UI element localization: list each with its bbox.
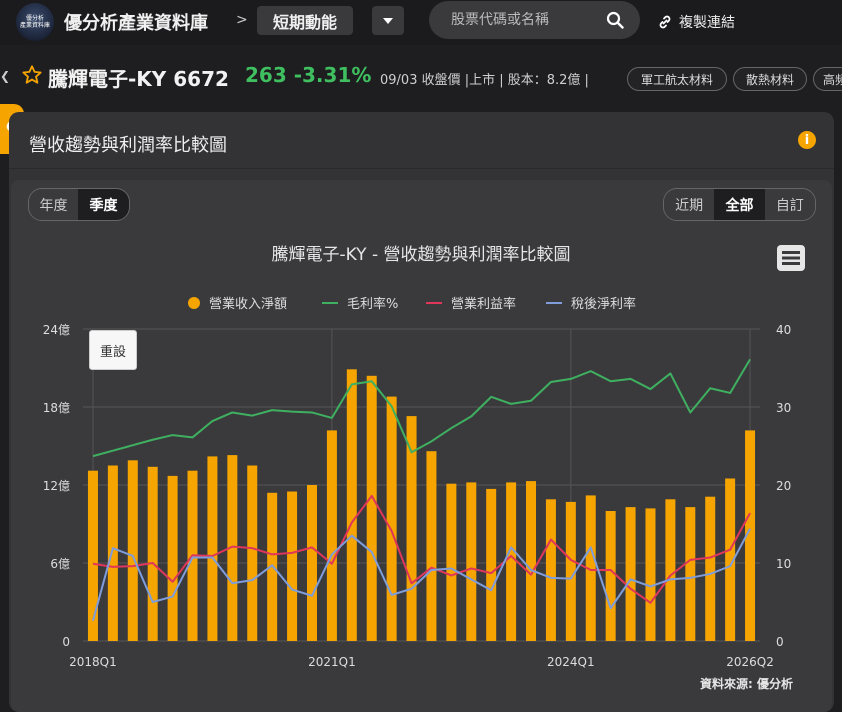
- revenue-bar: [386, 396, 397, 641]
- revenue-bar: [287, 491, 298, 641]
- data-source-note: 資料來源: 優分析: [700, 677, 793, 691]
- revenue-bar: [466, 482, 477, 641]
- revenue-bar: [506, 482, 517, 641]
- y-right-tick-label: 20: [776, 479, 791, 493]
- revenue-bar: [446, 483, 457, 641]
- revenue-bar: [167, 475, 178, 641]
- y-left-tick-label: 6億: [50, 557, 70, 571]
- revenue-bar: [326, 430, 337, 641]
- revenue-bar: [705, 496, 716, 641]
- revenue-bar: [207, 456, 218, 641]
- revenue-bar: [486, 488, 497, 641]
- x-tick-label: 2018Q1: [69, 655, 117, 669]
- y-right-tick-label: 30: [776, 401, 791, 415]
- revenue-bar: [366, 375, 377, 641]
- gross-margin-line: [92, 358, 751, 458]
- y-left-tick-label: 12億: [43, 479, 70, 493]
- y-left-tick-label: 0: [62, 635, 70, 649]
- revenue-bar: [147, 466, 158, 641]
- x-tick-label: 2021Q1: [308, 655, 356, 669]
- revenue-bar: [346, 369, 357, 641]
- revenue-bar: [306, 485, 317, 641]
- revenue-bar: [645, 508, 656, 641]
- x-tick-label: 2024Q1: [547, 655, 595, 669]
- revenue-bar: [665, 499, 676, 641]
- revenue-bar: [685, 507, 696, 641]
- y-right-tick-label: 40: [776, 323, 791, 337]
- y-right-tick-label: 10: [776, 557, 791, 571]
- revenue-bar: [605, 511, 616, 641]
- revenue-bar: [247, 465, 258, 641]
- revenue-bar: [87, 470, 98, 641]
- revenue-bar: [107, 465, 118, 641]
- y-right-tick-label: 0: [776, 635, 784, 649]
- revenue-bar: [127, 460, 138, 641]
- revenue-bar: [545, 499, 556, 641]
- y-left-tick-label: 18億: [43, 401, 70, 415]
- y-left-tick-label: 24億: [43, 323, 70, 337]
- reset-zoom-button[interactable]: 重設: [89, 330, 137, 370]
- revenue-bar: [526, 481, 537, 641]
- revenue-bar: [426, 451, 437, 641]
- x-tick-label: 2026Q2: [726, 655, 774, 669]
- revenue-bar: [625, 507, 636, 641]
